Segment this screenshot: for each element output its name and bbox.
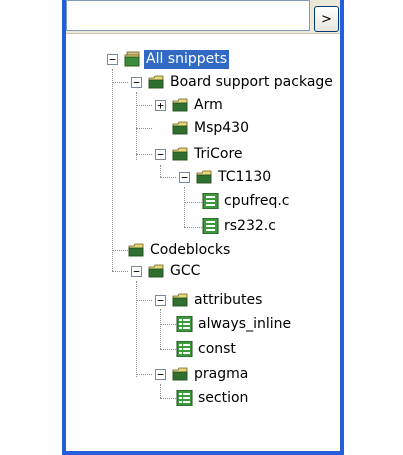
folder-icon <box>172 293 188 307</box>
snippet-icon <box>176 341 193 357</box>
tree-node-board-support-package[interactable]: Board support package <box>148 71 335 93</box>
collapse-toggle[interactable]: − <box>155 369 166 380</box>
tree-node-label: const <box>198 340 236 357</box>
collapse-toggle[interactable]: − <box>155 149 166 160</box>
tree-node-label: TriCore <box>194 145 243 162</box>
collapse-toggle[interactable]: − <box>179 172 190 183</box>
tree-node-label: Msp430 <box>194 119 249 136</box>
folder-icon <box>172 367 188 381</box>
tree-node-const[interactable]: const <box>176 338 238 360</box>
tree-node-section[interactable]: section <box>176 387 250 409</box>
folder-icon <box>172 147 188 161</box>
tree-node-label: Arm <box>194 96 223 113</box>
tree-node-attributes[interactable]: attributes <box>172 289 264 311</box>
source-file-icon <box>202 218 219 234</box>
tree-node-label: attributes <box>194 291 263 308</box>
tree-node-label: Board support package <box>170 73 333 90</box>
folder-stack-icon <box>124 51 140 67</box>
tree-node-rs232-c[interactable]: rs232.c <box>202 215 278 237</box>
tree-node-arm[interactable]: Arm <box>172 94 225 116</box>
collapse-toggle[interactable]: − <box>155 295 166 306</box>
tree-node-label: Codeblocks <box>150 241 231 258</box>
folder-icon <box>196 170 212 184</box>
folder-icon <box>148 75 164 89</box>
snippet-tree: − − + − − − − − All snippets Board suppo… <box>66 0 340 451</box>
snippet-icon <box>176 316 193 332</box>
folder-icon <box>128 243 144 257</box>
tree-node-label: always_inline <box>198 315 292 332</box>
source-file-icon <box>202 193 219 209</box>
tree-node-label: cpufreq.c <box>224 192 290 209</box>
tree-node-tc1130[interactable]: TC1130 <box>196 166 273 188</box>
snippet-icon <box>176 390 193 406</box>
folder-icon <box>172 98 188 112</box>
tree-node-always-inline[interactable]: always_inline <box>176 313 293 335</box>
tree-node-codeblocks[interactable]: Codeblocks <box>128 239 232 261</box>
collapse-toggle[interactable]: − <box>131 77 142 88</box>
tree-node-label: All snippets <box>144 49 230 69</box>
folder-icon <box>148 264 164 278</box>
tree-node-label: TC1130 <box>218 168 272 185</box>
tree-node-label: GCC <box>170 262 201 279</box>
tree-node-cpufreq-c[interactable]: cpufreq.c <box>202 190 291 212</box>
tree-node-pragma[interactable]: pragma <box>172 363 250 385</box>
tree-node-gcc[interactable]: GCC <box>148 260 202 282</box>
tree-node-label: pragma <box>194 365 249 382</box>
folder-icon <box>172 121 188 135</box>
tree-node-tricore[interactable]: TriCore <box>172 143 245 165</box>
snippets-panel: > − − + − − − − − All snippets Board sup… <box>62 0 344 455</box>
tree-node-label: section <box>198 389 249 406</box>
collapse-toggle[interactable]: − <box>107 54 118 65</box>
tree-node-msp430[interactable]: Msp430 <box>172 117 251 139</box>
tree-node-label: rs232.c <box>224 217 276 234</box>
expand-toggle[interactable]: + <box>155 100 166 111</box>
collapse-toggle[interactable]: − <box>131 266 142 277</box>
tree-node-all-snippets[interactable]: All snippets <box>124 48 230 70</box>
